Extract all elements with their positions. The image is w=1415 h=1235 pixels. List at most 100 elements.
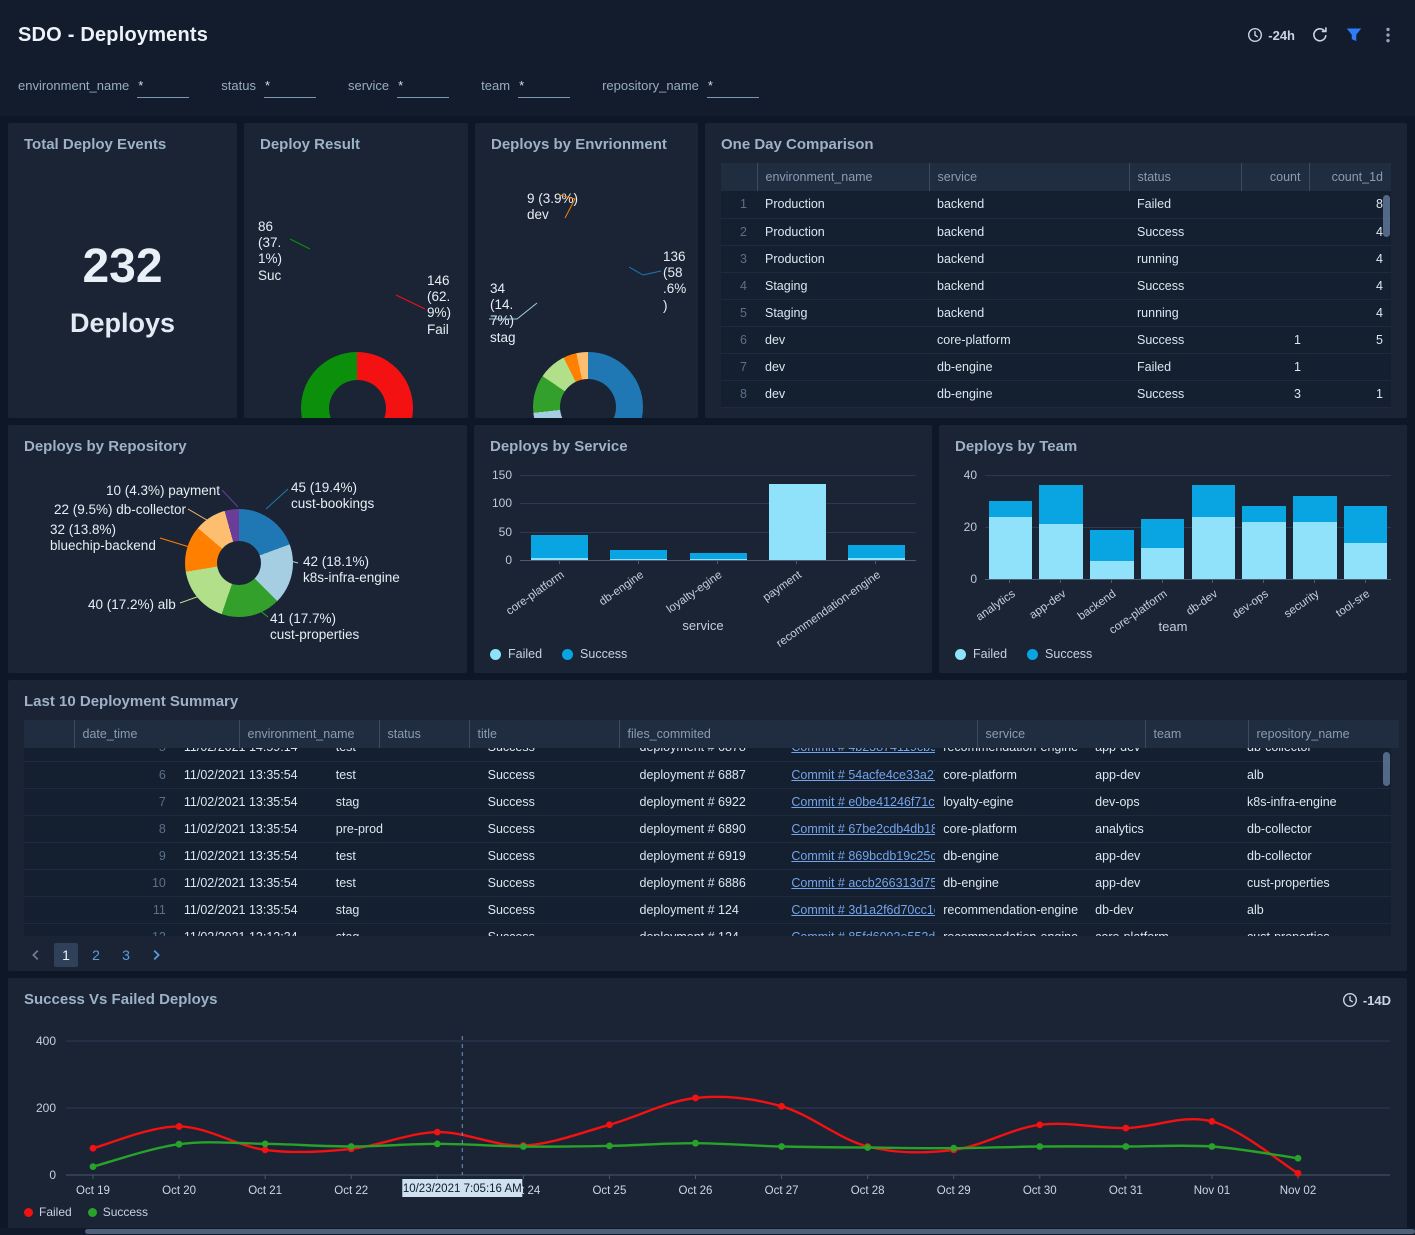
table-cell: core-platform: [935, 815, 1087, 842]
x-axis-label: analytics: [974, 588, 1018, 623]
bar-db-engine[interactable]: [610, 550, 667, 560]
bar-segment-success[interactable]: [531, 535, 588, 558]
bar-core-platform[interactable]: [531, 535, 588, 560]
bar-segment-success[interactable]: [690, 553, 747, 560]
panel-title: Success Vs Failed Deploys: [8, 978, 1407, 1014]
bar-security[interactable]: [1293, 496, 1337, 579]
filter-icon[interactable]: [1345, 26, 1363, 44]
commit-link[interactable]: Commit # 67be2cdb4db18556df9b49872d7d394…: [791, 822, 935, 836]
bar-segment-failed[interactable]: [1344, 543, 1388, 579]
bar-segment-success[interactable]: [1192, 485, 1236, 516]
refresh-icon[interactable]: [1311, 26, 1329, 44]
table-cell: dev: [757, 326, 929, 353]
bar-loyalty-egine[interactable]: [690, 553, 747, 560]
column-header-team[interactable]: team: [1145, 720, 1248, 748]
column-header-service[interactable]: service: [929, 163, 1129, 191]
status-filter-input[interactable]: [264, 78, 316, 98]
horizontal-scrollbar[interactable]: [0, 1228, 1415, 1235]
deploy-result-donut[interactable]: [301, 352, 413, 418]
bar-segment-failed[interactable]: [1242, 522, 1286, 579]
column-header-status[interactable]: status: [379, 720, 469, 748]
legend-item-success[interactable]: Success: [88, 1205, 148, 1219]
success-vs-failed-line-chart[interactable]: 4002000Oct 19Oct 20Oct 21Oct 22Oct 23Oct…: [8, 1016, 1407, 1206]
filter-label: team: [481, 78, 510, 93]
bar-segment-failed[interactable]: [1293, 522, 1337, 579]
bar-segment-success[interactable]: [1293, 496, 1337, 522]
bar-segment-success[interactable]: [610, 550, 667, 559]
environment-name-filter-input[interactable]: [137, 78, 189, 98]
bar-core-platform[interactable]: [1141, 519, 1185, 579]
bar-segment-failed[interactable]: [1039, 524, 1083, 579]
row-number-header: [721, 163, 757, 191]
deploys-by-team-chart[interactable]: 40200 analyticsapp-devbackendcore-platfo…: [939, 475, 1407, 634]
column-header-count_1d[interactable]: count_1d: [1309, 163, 1391, 191]
previous-page-button[interactable]: [24, 943, 48, 967]
legend-item-failed[interactable]: Failed: [490, 647, 542, 661]
next-page-button[interactable]: [144, 943, 168, 967]
bar-segment-failed[interactable]: [989, 517, 1033, 579]
bar-segment-failed[interactable]: [769, 484, 826, 560]
commit-link[interactable]: Commit # accb266313d759ad720fdf9afd3c445…: [791, 876, 935, 890]
table-cell: Commit # 85fd6093e552d2e3a9e0255706c5e16…: [783, 923, 935, 936]
bar-segment-success[interactable]: [1344, 506, 1388, 542]
legend-item-success[interactable]: Success: [562, 647, 627, 661]
bar-segment-failed[interactable]: [1090, 561, 1134, 579]
column-header-environment_name[interactable]: environment_name: [239, 720, 379, 748]
bar-segment-success[interactable]: [1141, 519, 1185, 548]
column-header-count[interactable]: count: [1241, 163, 1309, 191]
bar-recommendation-engine[interactable]: [848, 545, 905, 560]
trend-time-range-button[interactable]: -14D: [1342, 992, 1391, 1008]
deploys-by-environment-donut[interactable]: [533, 352, 643, 418]
bar-app-dev[interactable]: [1039, 485, 1083, 579]
bar-tool-sre[interactable]: [1344, 506, 1388, 579]
horizontal-scrollbar-thumb[interactable]: [85, 1229, 1415, 1234]
legend-item-failed[interactable]: Failed: [955, 647, 1007, 661]
deploys-by-repository-donut[interactable]: [185, 509, 293, 617]
column-header-service[interactable]: service: [977, 720, 1145, 748]
bar-segment-failed[interactable]: [1141, 548, 1185, 579]
bar-segment-success[interactable]: [1090, 530, 1134, 561]
team-filter-input[interactable]: [518, 78, 570, 98]
bar-backend[interactable]: [1090, 530, 1134, 579]
last-10-table-body-viewport[interactable]: 511/02/2021 14:59:14testSuccessdeploymen…: [24, 748, 1391, 936]
deploys-by-service-chart[interactable]: 150100500 core-platformdb-engineloyalty-…: [474, 475, 932, 633]
legend-label: Success: [580, 647, 627, 661]
table-cell: 4: [1309, 245, 1391, 272]
column-header-environment_name[interactable]: environment_name: [757, 163, 929, 191]
bar-analytics[interactable]: [989, 501, 1033, 579]
commit-link[interactable]: Commit # 869bcdb19c25cdf7aa1c861239c560b…: [791, 849, 935, 863]
column-header-date_time[interactable]: date_time: [74, 720, 239, 748]
bar-db-dev[interactable]: [1192, 485, 1236, 579]
service-filter-input[interactable]: [397, 78, 449, 98]
bar-segment-success[interactable]: [848, 545, 905, 557]
bar-segment-success[interactable]: [989, 501, 1033, 517]
time-range-button[interactable]: -24h: [1247, 27, 1295, 43]
commit-link[interactable]: Commit # 85fd6093e552d2e3a9e0255706c5e16…: [791, 930, 935, 937]
svg-text:0: 0: [49, 1168, 56, 1182]
repository-name-filter-input[interactable]: [707, 78, 759, 98]
legend-item-failed[interactable]: Failed: [24, 1205, 72, 1219]
page-button-2[interactable]: 2: [84, 943, 108, 967]
commit-link[interactable]: Commit # 54acfe4ce33a27e716fcebf4fad9982…: [791, 768, 935, 782]
bar-segment-success[interactable]: [1039, 485, 1083, 524]
commit-link[interactable]: Commit # e0be41246f71cbae0f906c4edd9c6fc…: [791, 795, 935, 809]
column-header-status[interactable]: status: [1129, 163, 1241, 191]
table-scrollbar[interactable]: [1383, 195, 1390, 237]
column-header-title[interactable]: title: [469, 720, 619, 748]
table-scrollbar[interactable]: [1383, 752, 1390, 786]
commit-link[interactable]: Commit # 3d1a2f6d70cc1d000f3bc7071740b89…: [791, 903, 935, 917]
commit-link[interactable]: Commit # 4b23874119cb9a0fef2400759854897…: [791, 748, 935, 754]
page-button-1[interactable]: 1: [54, 943, 78, 967]
y-axis-tick: 100: [480, 496, 512, 510]
column-header-repository_name[interactable]: repository_name: [1248, 720, 1399, 748]
bar-segment-success[interactable]: [1242, 506, 1286, 522]
table-cell: dev-ops: [1087, 788, 1239, 815]
bar-dev-ops[interactable]: [1242, 506, 1286, 579]
bar-segment-failed[interactable]: [1192, 517, 1236, 579]
bar-payment[interactable]: [769, 484, 826, 560]
column-header-files_commited[interactable]: files_commited: [619, 720, 977, 748]
page-button-3[interactable]: 3: [114, 943, 138, 967]
cursor-timestamp-label: 10/23/2021 7:05:16 AM: [403, 1183, 522, 1195]
legend-item-success[interactable]: Success: [1027, 647, 1092, 661]
kebab-menu-icon[interactable]: [1379, 26, 1397, 44]
